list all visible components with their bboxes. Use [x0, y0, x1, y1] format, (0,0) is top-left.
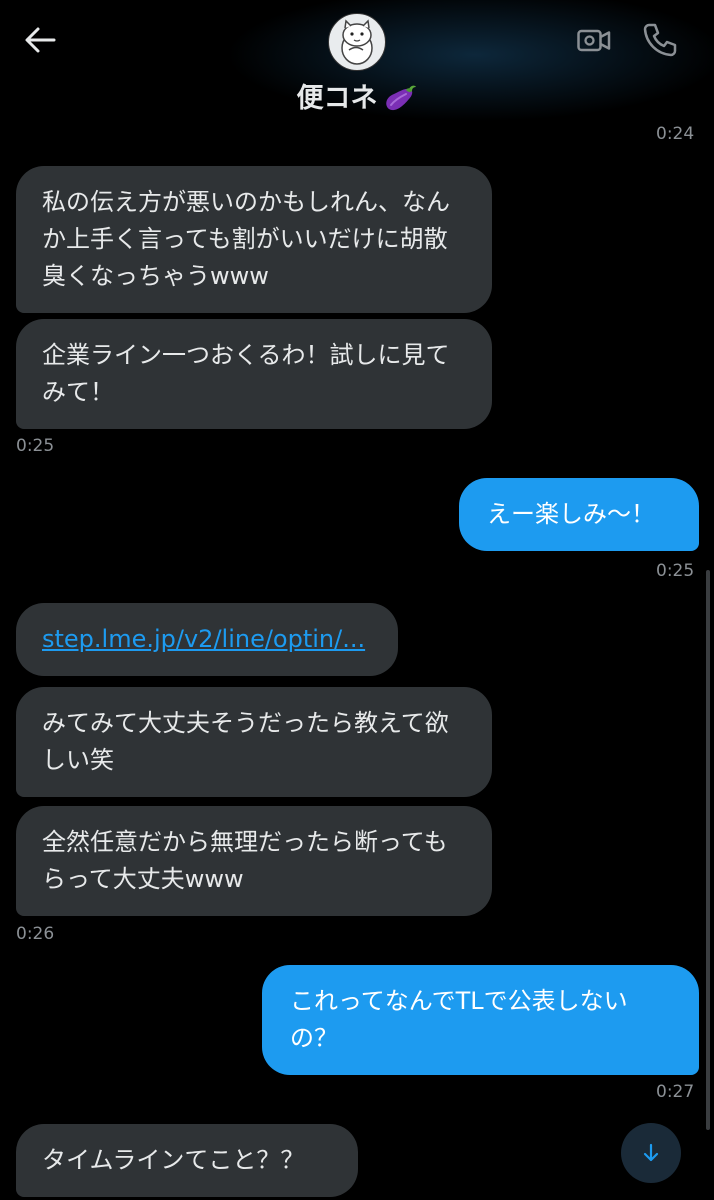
back-button[interactable]: [18, 18, 62, 62]
conversation-header: 便コネ: [0, 0, 714, 122]
incoming-message[interactable]: 私の伝え方が悪いのかもしれん、なんか上手く言っても割がいいだけに胡散臭くなっちゃ…: [16, 166, 492, 313]
timestamp: 0:25: [16, 436, 55, 456]
scroll-to-bottom-button[interactable]: [621, 1123, 681, 1183]
back-arrow-icon: [25, 27, 56, 53]
outgoing-message[interactable]: これってなんでTLで公表しないの？: [262, 965, 699, 1075]
scrollbar[interactable]: [706, 570, 710, 1130]
incoming-message[interactable]: 全然任意だから無理だったら断ってもらって大丈夫www: [16, 806, 492, 916]
timestamp: 0:26: [16, 924, 55, 944]
timestamp: 0:25: [656, 561, 695, 581]
outgoing-message[interactable]: えー楽しみ〜！: [459, 478, 699, 551]
incoming-message[interactable]: 企業ライン一つおくるわ！試しに見てみて！: [16, 319, 492, 429]
message-link[interactable]: step.lme.jp/v2/line/optin/...: [42, 625, 365, 653]
avatar[interactable]: [328, 13, 386, 71]
incoming-message[interactable]: タイムラインてこと？？: [16, 1124, 358, 1197]
video-call-button[interactable]: [576, 22, 612, 58]
arrow-down-icon: [643, 1143, 659, 1162]
contact-name-row[interactable]: 便コネ: [0, 76, 714, 115]
contact-name: 便コネ: [296, 83, 378, 114]
timestamp: 0:24: [656, 124, 695, 144]
timestamp: 0:27: [656, 1082, 695, 1102]
link-message[interactable]: step.lme.jp/v2/line/optin/...: [16, 603, 398, 676]
eggplant-emoji: [382, 83, 418, 113]
phone-call-button[interactable]: [640, 20, 680, 60]
phone-icon: [643, 23, 677, 57]
incoming-message[interactable]: みてみて大丈夫そうだったら教えて欲しい笑: [16, 687, 492, 797]
video-call-icon: [577, 29, 611, 52]
